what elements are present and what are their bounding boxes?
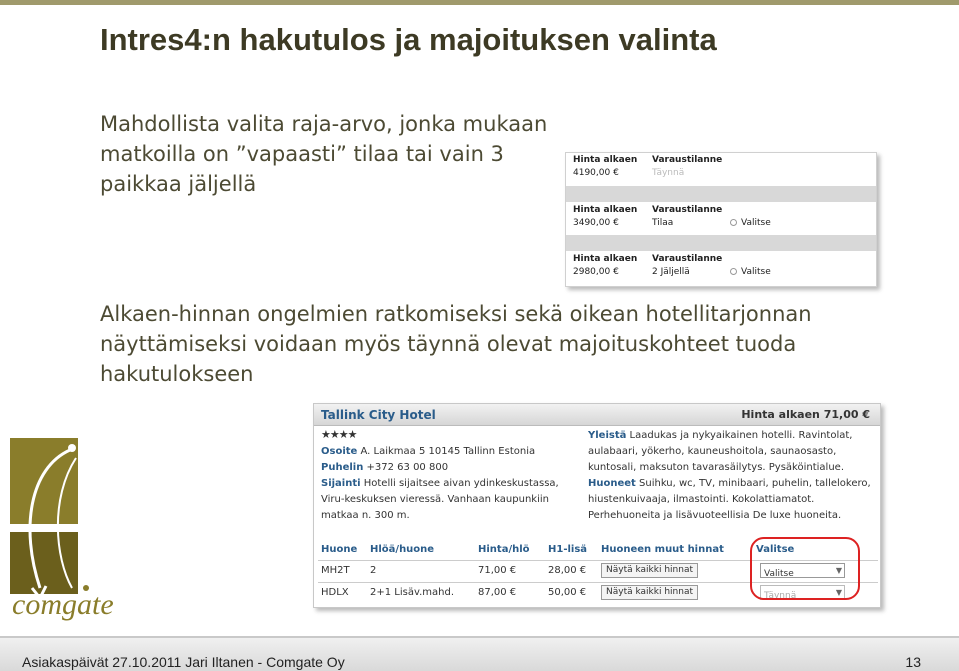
show-all-prices-button[interactable]: Näytä kaikki hinnat bbox=[601, 563, 698, 578]
status-value: 2 Jäljellä bbox=[652, 267, 690, 277]
status-value: Tilaa bbox=[652, 218, 674, 228]
col-status-header: Varaustilanne bbox=[652, 205, 723, 215]
top-accent-bar bbox=[0, 0, 959, 5]
col-price-header: Hinta alkaen bbox=[573, 155, 638, 165]
select-label: Valitse bbox=[741, 218, 771, 228]
highlight-circle bbox=[750, 537, 860, 600]
hotel-header: Tallink City Hotel Hinta alkaen 71,00 € bbox=[314, 404, 880, 426]
select-radio[interactable]: Valitse bbox=[730, 267, 771, 277]
star-rating: ★★★★ bbox=[321, 428, 357, 441]
footer-bar: Asiakaspäivät 27.10.2011 Jari Iltanen - … bbox=[0, 636, 959, 671]
col-status-header: Varaustilanne bbox=[652, 155, 723, 165]
room-code: HDLX bbox=[321, 587, 349, 598]
select-radio[interactable]: Valitse bbox=[730, 218, 771, 228]
room-price: 87,00 € bbox=[478, 587, 517, 598]
col-price-header: Hinta alkaen bbox=[573, 205, 638, 215]
th-price: Hinta/hlö bbox=[478, 544, 530, 555]
row-divider bbox=[566, 186, 876, 202]
room-code: MH2T bbox=[321, 565, 350, 576]
page-number: 13 bbox=[905, 654, 921, 670]
slide-title: Intres4:n hakutulos ja majoituksen valin… bbox=[100, 22, 717, 57]
footer-text: Asiakaspäivät 27.10.2011 Jari Iltanen - … bbox=[22, 654, 345, 670]
radio-icon[interactable] bbox=[730, 268, 737, 275]
paragraph-full-hotels: Alkaen-hinnan ongelmien ratkomiseksi sek… bbox=[100, 302, 812, 386]
hotel-price-from: Hinta alkaen 71,00 € bbox=[741, 408, 870, 421]
price-value: 4190,00 € bbox=[573, 168, 619, 178]
availability-row: Hinta alkaen Varaustilanne 3490,00 € Til… bbox=[570, 205, 874, 231]
show-all-prices-button[interactable]: Näytä kaikki hinnat bbox=[601, 585, 698, 600]
select-label: Valitse bbox=[741, 267, 771, 277]
price-value: 2980,00 € bbox=[573, 267, 619, 277]
hotel-name[interactable]: Tallink City Hotel bbox=[321, 408, 436, 422]
room-persons: 2 bbox=[370, 565, 377, 576]
hotel-result-screenshot: Tallink City Hotel Hinta alkaen 71,00 € … bbox=[313, 403, 881, 608]
comgate-logo: comgate bbox=[10, 438, 160, 628]
col-price-header: Hinta alkaen bbox=[573, 254, 638, 264]
price-value: 3490,00 € bbox=[573, 218, 619, 228]
th-other-prices: Huoneen muut hinnat bbox=[601, 544, 724, 555]
room-extra: 50,00 € bbox=[548, 587, 587, 598]
availability-screenshot: Hinta alkaen Varaustilanne 4190,00 € Täy… bbox=[565, 152, 877, 287]
th-room: Huone bbox=[321, 544, 358, 555]
radio-icon[interactable] bbox=[730, 219, 737, 226]
th-extra: H1-lisä bbox=[548, 544, 588, 555]
room-extra: 28,00 € bbox=[548, 565, 587, 576]
th-persons: Hlöä/huone bbox=[370, 544, 435, 555]
general-value: Laadukas ja nykyaikainen hotelli. Ravint… bbox=[588, 430, 853, 473]
location-label: Sijainti bbox=[321, 478, 361, 489]
paragraph-threshold: Mahdollista valita raja-arvo, jonka muka… bbox=[100, 112, 548, 196]
logo-text: comgate bbox=[12, 588, 114, 621]
phone-value: +372 63 00 800 bbox=[366, 462, 449, 473]
col-status-header: Varaustilanne bbox=[652, 254, 723, 264]
availability-row: Hinta alkaen Varaustilanne 2980,00 € 2 J… bbox=[570, 254, 874, 280]
status-value: Täynnä bbox=[652, 168, 685, 178]
row-divider bbox=[566, 235, 876, 251]
room-persons: 2+1 Lisäv.mahd. bbox=[370, 587, 455, 598]
rooms-label: Huoneet bbox=[588, 478, 636, 489]
address-value: A. Laikmaa 5 10145 Tallinn Estonia bbox=[360, 446, 536, 457]
hotel-description: Yleistä Laadukas ja nykyaikainen hotelli… bbox=[588, 428, 878, 524]
phone-label: Puhelin bbox=[321, 462, 364, 473]
hotel-info: Osoite A. Laikmaa 5 10145 Tallinn Estoni… bbox=[321, 444, 576, 524]
room-price: 71,00 € bbox=[478, 565, 517, 576]
address-label: Osoite bbox=[321, 446, 358, 457]
general-label: Yleistä bbox=[588, 430, 627, 441]
availability-row: Hinta alkaen Varaustilanne 4190,00 € Täy… bbox=[570, 155, 874, 181]
